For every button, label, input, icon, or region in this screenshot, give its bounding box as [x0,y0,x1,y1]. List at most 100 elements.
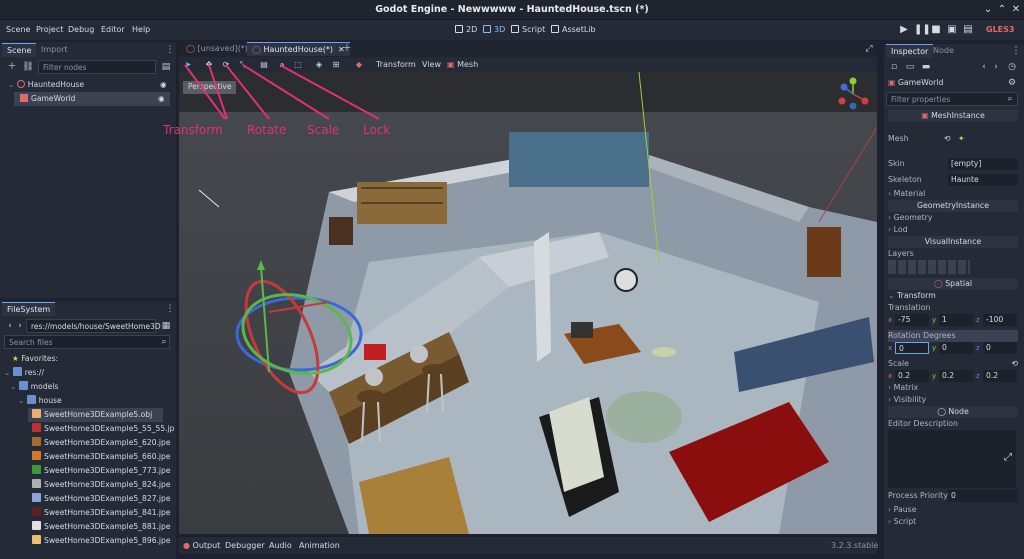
mode-3d[interactable]: 3D [483,25,505,34]
search-icon: ⌕ [1007,94,1013,104]
visibility-eye-icon[interactable]: ◉ [160,78,167,92]
prop-mesh[interactable]: Mesh ⟲ ✦ [888,133,1018,145]
tab-animation[interactable]: Animation [299,541,340,550]
reset-icon[interactable]: ⟲ [1011,358,1018,370]
new-resource-icon[interactable]: ▫ [888,61,900,73]
section-transform[interactable]: ⌄ Transform [888,290,1018,302]
folder-res[interactable]: ⌄ res:// [0,366,44,380]
tab-unsaved[interactable]: ◯ [unsaved](*) [181,42,253,56]
skeleton-value[interactable]: Haunte [948,174,1018,186]
folder-house[interactable]: ⌄ house [0,394,62,408]
forward-icon[interactable]: › [14,320,26,332]
tab-node[interactable]: Node [928,44,959,58]
prop-process-priority[interactable]: Process Priority 0 [888,490,1018,502]
translation-y[interactable]: 1 [939,314,973,326]
expand-icon[interactable]: ⤢ [1004,452,1012,463]
visibility-eye-icon[interactable]: ◉ [158,92,165,106]
section-matrix[interactable]: › Matrix [888,382,1018,394]
menu-editor[interactable]: Editor [101,25,125,34]
file-item[interactable]: SweetHome3DExample5_896.jpe [28,534,171,548]
scale-x[interactable]: 0.2 [895,370,929,382]
file-item[interactable]: SweetHome3DExample5_660.jpe [28,450,171,464]
tab-import[interactable]: Import [36,43,73,57]
rotation-x[interactable]: 0 [895,342,929,354]
file-item[interactable]: SweetHome3DExample5_824.jpe [28,478,171,492]
section-lod[interactable]: › Lod [888,224,1018,236]
open-icon[interactable]: ▭ [904,61,916,73]
play-custom-icon[interactable]: ▤ [962,24,974,36]
file-item[interactable]: SweetHome3DExample5_773.jpe [28,464,171,478]
renderer-select[interactable]: GLES3 [986,25,1014,34]
script-icon[interactable]: ▤ [160,61,172,73]
tab-debugger[interactable]: Debugger [225,541,265,550]
mode-2d[interactable]: 2D [455,25,477,34]
orientation-gizmo[interactable] [836,77,870,111]
tab-filesystem[interactable]: FileSystem [2,302,56,316]
scale-z[interactable]: 0.2 [983,370,1017,382]
distraction-free-icon[interactable]: ⤢ [863,43,875,55]
mode-assetlib[interactable]: AssetLib [551,25,596,34]
editor-description-field[interactable]: ⤢ [888,430,1016,488]
translation-x[interactable]: -75 [895,314,929,326]
tab-hauntedhouse[interactable]: ◯ HauntedHouse(*) ✕ [247,42,350,56]
maximize-icon[interactable]: ⌃ [996,4,1008,16]
rotation-z[interactable]: 0 [983,342,1017,354]
pause-icon[interactable]: ❚❚ [914,24,931,36]
stop-icon[interactable]: ■ [930,24,942,36]
history-forward-icon[interactable]: › [990,61,1002,73]
menu-scene[interactable]: Scene [6,25,30,34]
add-node-icon[interactable]: ＋ [6,61,18,73]
search-files-input[interactable]: Search files [4,335,170,349]
save-icon[interactable]: ▬ [920,61,932,73]
file-item[interactable]: SweetHome3DExample5.obj [28,408,163,422]
split-mode-icon[interactable]: ▦ [160,320,172,332]
skin-value[interactable]: [empty] [948,158,1018,170]
prop-skeleton[interactable]: Skeleton Haunte [888,174,1018,186]
menu-debug[interactable]: Debug [68,25,94,34]
filter-nodes-input[interactable]: Filter nodes [38,60,156,74]
prop-skin[interactable]: Skin [empty] [888,158,1018,170]
mode-script[interactable]: Script [511,25,545,34]
play-icon[interactable]: ▶ [898,24,910,36]
file-item[interactable]: SweetHome3DExample5_827.jpe [28,492,171,506]
section-pause[interactable]: › Pause [888,504,1018,516]
close-icon[interactable]: ✕ [1010,4,1022,16]
rotation-y[interactable]: 0 [939,342,973,354]
minimize-icon[interactable]: ⌄ [982,4,994,16]
file-item[interactable]: SweetHome3DExample5_841.jpe [28,506,171,520]
tree-node-hauntedhouse[interactable]: ⌄ HauntedHouse ◉ [0,78,176,92]
dock-menu-icon[interactable]: ⋮ [1010,45,1022,57]
add-tab-icon[interactable]: ＋ [341,43,353,55]
menu-help[interactable]: Help [132,25,150,34]
section-geometry[interactable]: › Geometry [888,212,1018,224]
favorites-row[interactable]: ★ Favorites: [0,352,58,366]
tab-inspector[interactable]: Inspector [886,44,934,58]
menu-mesh[interactable]: ▣ Mesh [447,60,478,70]
layers-grid[interactable] [888,260,970,274]
link-icon[interactable]: ⛓ [22,61,34,73]
tab-audio[interactable]: Audio [269,541,292,550]
history-icon[interactable]: ◷ [1006,61,1018,73]
tree-node-gameworld[interactable]: GameWorld ◉ [14,92,170,106]
file-item[interactable]: SweetHome3DExample5_620.jpe [28,436,171,450]
path-field[interactable]: res://models/house/SweetHome3D [26,319,161,333]
play-scene-icon[interactable]: ▣ [946,24,958,36]
history-back-icon[interactable]: ‹ [978,61,990,73]
object-tools-icon[interactable]: ⚙ [1006,77,1018,89]
filter-properties-input[interactable]: Filter properties [886,92,1018,106]
section-script[interactable]: › Script [888,516,1018,528]
tab-output[interactable]: ● Output [183,541,220,550]
section-material[interactable]: › Material [888,188,1018,200]
reset-icon[interactable]: ⟲ [944,133,951,145]
folder-models[interactable]: ⌄ models [0,380,58,394]
menu-project[interactable]: Project [36,25,63,34]
scale-y[interactable]: 0.2 [939,370,973,382]
file-item[interactable]: SweetHome3DExample5_55_55.jp [28,422,175,436]
dock-menu-icon[interactable]: ⋮ [164,44,176,56]
tab-scene[interactable]: Scene [2,43,37,57]
process-priority-value[interactable]: 0 [948,490,1018,502]
translation-z[interactable]: -100 [983,314,1017,326]
section-visibility[interactable]: › Visibility [888,394,1018,406]
file-item[interactable]: SweetHome3DExample5_881.jpe [28,520,171,534]
dock-menu-icon[interactable]: ⋮ [164,303,176,315]
